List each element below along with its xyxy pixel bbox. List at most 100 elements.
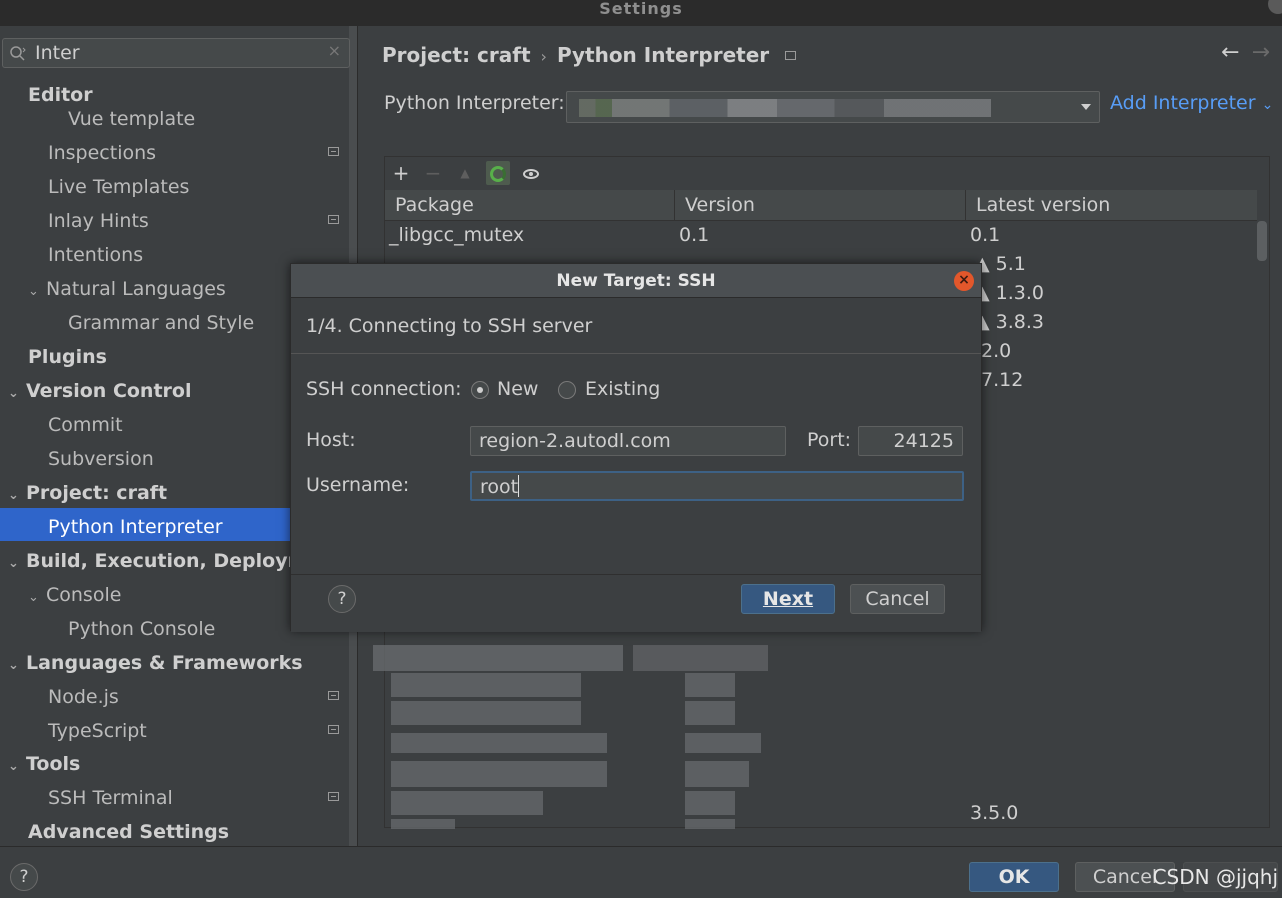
forward-arrow-icon[interactable]: → — [1252, 40, 1270, 65]
dialog-cancel-button[interactable]: Cancel — [850, 584, 945, 614]
sidebar-item-label: Subversion — [48, 448, 154, 470]
new-target-ssh-dialog: New Target: SSH × 1/4. Connecting to SSH… — [290, 263, 982, 632]
sidebar-item-label: Tools — [26, 753, 81, 775]
sidebar-item-tools[interactable]: ⌄ Tools — [8, 748, 80, 780]
add-interpreter-link[interactable]: Add Interpreter ⌄ — [1110, 92, 1273, 114]
dialog-title-bar: New Target: SSH × — [291, 264, 981, 298]
project-level-icon — [328, 691, 339, 700]
column-header-package[interactable]: Package — [385, 190, 675, 221]
sidebar-item-inlay-hints[interactable]: Inlay Hints — [48, 205, 149, 237]
redacted-package-row — [391, 733, 607, 753]
upgrade-package-icon[interactable]: ▲ — [453, 161, 477, 185]
interpreter-dropdown[interactable] — [566, 91, 1100, 123]
sidebar-item-ssh-terminal[interactable]: SSH Terminal — [48, 782, 173, 814]
next-button[interactable]: Next — [741, 584, 835, 614]
sidebar-item-languages-frameworks[interactable]: ⌄ Languages & Frameworks — [8, 647, 303, 679]
column-header-latest-version[interactable]: Latest version — [966, 190, 1257, 221]
sidebar-item-version-control[interactable]: ⌄ Version Control — [8, 375, 191, 407]
sidebar-item-label: TypeScript — [48, 720, 147, 742]
chevron-down-icon: ⌄ — [8, 488, 19, 503]
divider — [291, 353, 981, 354]
sidebar-item-natural-languages[interactable]: ⌄ Natural Languages — [28, 273, 226, 305]
sidebar-item-vue-template[interactable]: Vue template — [68, 103, 195, 135]
redacted-package-row — [633, 645, 768, 671]
packages-scrollbar[interactable] — [1257, 221, 1267, 261]
sidebar-item-plugins[interactable]: Plugins — [28, 341, 107, 373]
project-level-icon — [328, 147, 339, 156]
remove-package-icon[interactable]: − — [421, 161, 445, 185]
sidebar-item-nodejs[interactable]: Node.js — [48, 681, 119, 713]
sidebar-item-label: Project: craft — [26, 482, 168, 504]
redacted-package-row — [391, 673, 581, 697]
window-title: Settings — [599, 0, 683, 18]
username-input[interactable]: root — [470, 471, 964, 501]
sidebar-item-advanced-settings[interactable]: Advanced Settings — [28, 816, 229, 848]
radio-new-connection[interactable] — [471, 381, 489, 399]
redacted-package-row — [391, 791, 543, 815]
sidebar-item-python-console[interactable]: Python Console — [68, 613, 215, 645]
packages-table-header: Package Version Latest version — [385, 190, 1257, 221]
breadcrumb-separator-icon: › — [540, 47, 547, 66]
add-package-icon[interactable]: + — [389, 161, 413, 185]
radio-existing-label[interactable]: Existing — [585, 378, 660, 400]
sidebar-item-label: Languages & Frameworks — [26, 652, 303, 674]
window-close-icon[interactable] — [1268, 0, 1282, 14]
dialog-footer: ? Next Cancel — [291, 575, 981, 632]
package-latest: ▲ 3.8.3 — [975, 311, 1044, 333]
window-title-bar: Settings — [0, 0, 1282, 26]
clear-search-icon[interactable]: × — [328, 41, 341, 60]
sidebar-item-label: Python Interpreter — [48, 516, 223, 538]
chevron-down-icon: ⌄ — [1261, 97, 1274, 113]
redacted-package-row — [685, 701, 735, 725]
sidebar-item-label: Console — [46, 584, 122, 606]
chevron-down-icon: ⌄ — [8, 556, 19, 571]
redacted-package-row — [685, 819, 735, 829]
package-latest: .7.12 — [975, 369, 1024, 391]
settings-search[interactable]: × — [2, 38, 350, 68]
sidebar-item-label: Advanced Settings — [28, 821, 230, 843]
ok-button[interactable]: OK — [969, 862, 1059, 892]
package-latest: ▲ 5.1 — [975, 253, 1026, 275]
sidebar-item-subversion[interactable]: Subversion — [48, 443, 154, 475]
table-row[interactable]: _libgcc_mutex 0.1 0.1 — [385, 221, 1257, 250]
sidebar-item-typescript[interactable]: TypeScript — [48, 715, 147, 747]
redacted-package-row — [391, 701, 581, 725]
radio-new-label[interactable]: New — [497, 378, 538, 400]
username-value: root — [480, 476, 519, 498]
sidebar-item-intentions[interactable]: Intentions — [48, 239, 143, 271]
radio-existing-connection[interactable] — [558, 381, 576, 399]
port-input[interactable]: 24125 — [858, 426, 963, 456]
package-latest: 0.1 — [970, 224, 1001, 246]
sidebar-item-grammar-and-style[interactable]: Grammar and Style — [68, 307, 254, 339]
dialog-help-icon[interactable]: ? — [328, 585, 356, 613]
close-icon[interactable]: × — [954, 271, 974, 291]
sidebar-item-live-templates[interactable]: Live Templates — [48, 171, 189, 203]
search-input[interactable] — [35, 41, 315, 65]
sidebar-item-label: Node.js — [48, 686, 119, 708]
package-latest: ▲ 1.3.0 — [975, 282, 1044, 304]
redacted-package-row — [685, 733, 761, 753]
host-input[interactable]: region-2.autodl.com — [470, 426, 786, 456]
column-header-version[interactable]: Version — [675, 190, 966, 221]
help-icon[interactable]: ? — [10, 863, 38, 891]
sidebar-item-label: Plugins — [28, 346, 107, 368]
show-early-releases-eye-icon[interactable] — [519, 161, 543, 185]
sidebar-item-label: Grammar and Style — [68, 312, 255, 334]
breadcrumb-parent[interactable]: Project: craft — [382, 43, 531, 67]
sidebar-item-console[interactable]: ⌄ Console — [28, 579, 121, 611]
sidebar-item-project-craft[interactable]: ⌄ Project: craft — [8, 477, 167, 509]
redacted-interpreter-path — [579, 99, 991, 117]
refresh-icon[interactable] — [486, 161, 510, 185]
sidebar-item-commit[interactable]: Commit — [48, 409, 123, 441]
sidebar-item-python-interpreter[interactable]: Python Interpreter — [48, 511, 223, 543]
sidebar-item-inspections[interactable]: Inspections — [48, 137, 156, 169]
sidebar-item-label: Natural Languages — [46, 278, 226, 300]
settings-footer: ? OK Cancel CSDN @jjqhj — [0, 846, 1282, 898]
back-arrow-icon[interactable]: ← — [1221, 40, 1239, 65]
wizard-step-title: 1/4. Connecting to SSH server — [306, 315, 593, 337]
sidebar-item-label: Vue template — [68, 108, 196, 130]
chevron-down-icon: ⌄ — [28, 590, 39, 605]
chevron-down-icon: ⌄ — [28, 284, 39, 299]
username-label: Username: — [306, 474, 410, 496]
package-latest: 3.5.0 — [970, 802, 1019, 824]
